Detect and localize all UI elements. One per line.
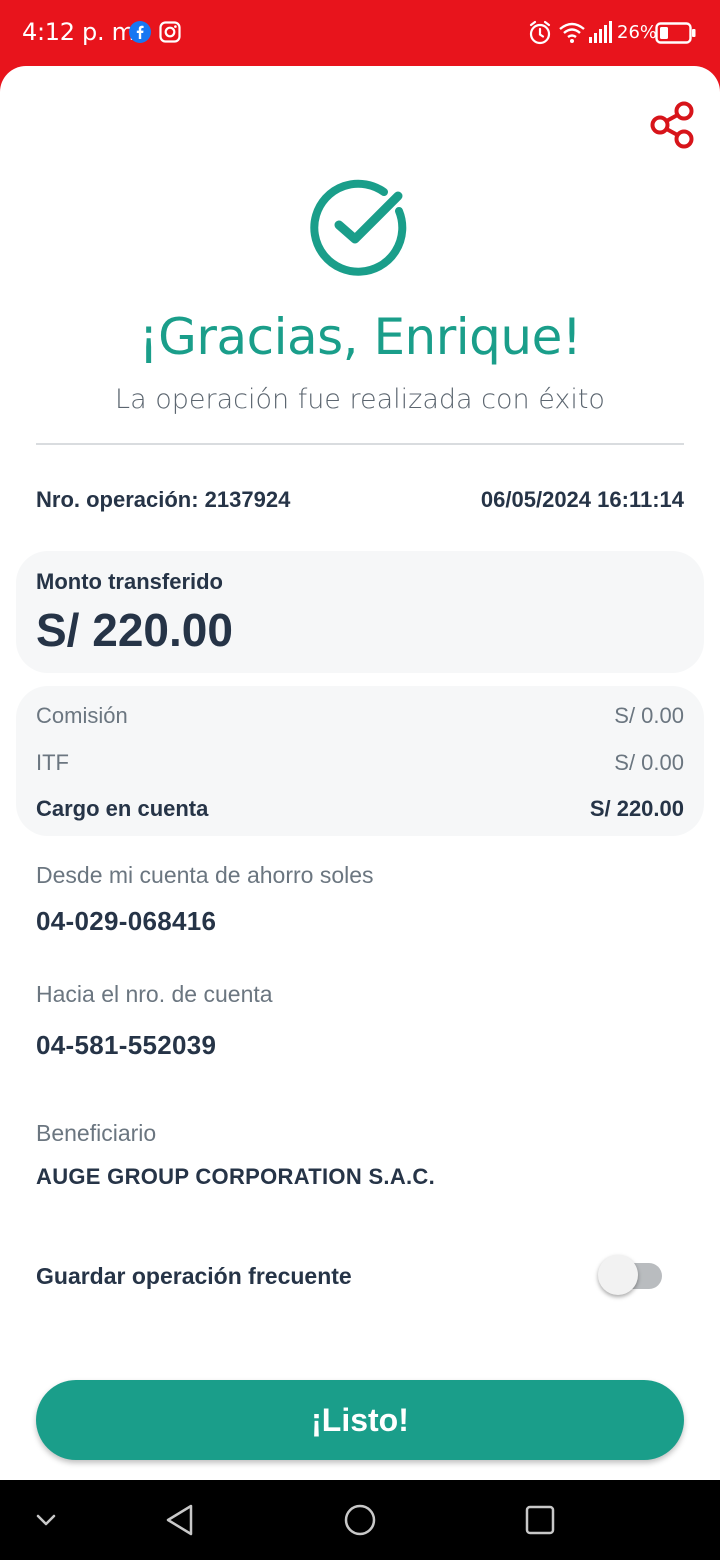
instagram-icon <box>159 21 181 43</box>
page-subtitle: La operación fue realizada con éxito <box>115 384 605 415</box>
fees-card: Comisión S/ 0.00 ITF S/ 0.00 Cargo en cu… <box>16 686 704 836</box>
to-account-value: 04-581-552039 <box>36 1030 217 1060</box>
page-title: ¡Gracias, Enrique! <box>138 308 582 366</box>
signal-icon <box>589 21 612 43</box>
to-account-label: Hacia el nro. de cuenta <box>36 981 273 1007</box>
done-button[interactable]: ¡Listo! <box>36 1380 684 1460</box>
operation-number: Nro. operación: 2137924 <box>36 487 291 512</box>
alarm-icon <box>529 20 551 45</box>
fee-value: S/ 0.00 <box>614 750 684 775</box>
amount-label: Monto transferido <box>36 569 223 594</box>
navigation-bar <box>0 1480 720 1560</box>
status-bar: 4:12 p. m. 26% <box>0 0 720 66</box>
fee-value: S/ 220.00 <box>589 796 684 821</box>
battery-percentage: 26% <box>617 22 658 43</box>
fee-label: Cargo en cuenta <box>36 796 209 821</box>
share-icon[interactable] <box>650 100 694 150</box>
nav-recent-icon[interactable] <box>518 1498 562 1542</box>
divider <box>36 443 684 445</box>
from-account-label: Desde mi cuenta de ahorro soles <box>36 862 374 888</box>
check-circle-icon <box>310 179 407 276</box>
battery-icon <box>655 22 696 44</box>
fee-label: ITF <box>36 750 69 775</box>
beneficiary-label: Beneficiario <box>36 1120 157 1146</box>
facebook-icon <box>129 21 151 43</box>
nav-home-icon[interactable] <box>338 1498 382 1542</box>
status-time: 4:12 p. m. <box>22 18 143 46</box>
amount-card: Monto transferido S/ 220.00 <box>16 551 704 673</box>
beneficiary-value: AUGE GROUP CORPORATION S.A.C. <box>36 1164 436 1189</box>
amount-value: S/ 220.00 <box>36 604 233 656</box>
fee-label: Comisión <box>36 703 128 728</box>
wifi-icon <box>559 22 585 43</box>
save-frequent-toggle[interactable] <box>598 1255 662 1295</box>
fee-value: S/ 0.00 <box>614 703 684 728</box>
operation-datetime: 06/05/2024 16:11:14 <box>480 487 684 512</box>
toggle-knob <box>598 1255 638 1295</box>
nav-back-icon[interactable] <box>158 1498 202 1542</box>
save-frequent-label: Guardar operación frecuente <box>36 1263 352 1289</box>
nav-down-icon[interactable] <box>24 1498 68 1542</box>
from-account-value: 04-029-068416 <box>36 906 217 936</box>
